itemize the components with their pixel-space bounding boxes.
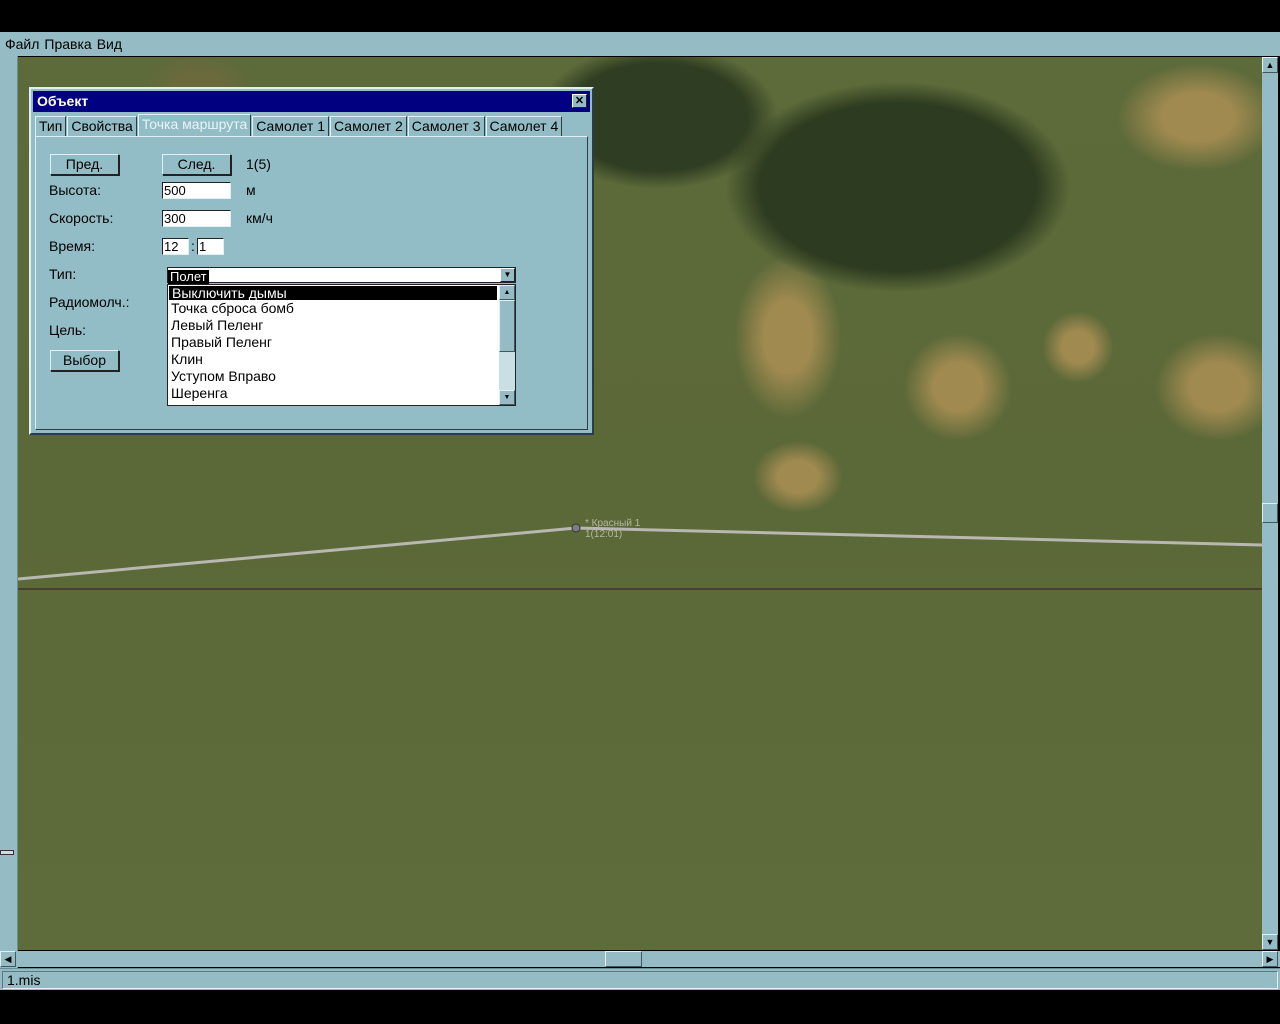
tab-plane-3[interactable]: Самолет 3 <box>407 116 485 137</box>
menu-file[interactable]: Файл <box>5 36 39 52</box>
list-scroll-up-icon[interactable]: ▲ <box>499 285 515 300</box>
tab-properties[interactable]: Свойства <box>67 116 137 137</box>
list-scrollbar[interactable]: ▲ ▼ <box>499 285 515 405</box>
altitude-input[interactable]: 500 <box>162 182 231 199</box>
waypoint-marker <box>571 523 581 533</box>
speed-input[interactable]: 300 <box>162 210 231 227</box>
time-minutes-input[interactable]: 1 <box>197 238 224 255</box>
horizontal-scroll-thumb[interactable] <box>605 951 642 967</box>
waypoint-name: * Красный 1 <box>585 518 641 529</box>
left-splitter[interactable] <box>0 56 18 968</box>
scroll-up-icon[interactable]: ▲ <box>1262 57 1278 73</box>
list-item[interactable]: Точка сброса бомб <box>168 300 496 317</box>
speed-unit: км/ч <box>246 210 273 226</box>
type-label: Тип: <box>49 266 77 282</box>
next-button[interactable]: След. <box>162 154 231 175</box>
vertical-scroll-thumb[interactable] <box>1262 503 1278 523</box>
list-item[interactable]: Шеренга <box>168 385 496 402</box>
tab-plane-2[interactable]: Самолет 2 <box>330 116 407 137</box>
list-scroll-thumb[interactable] <box>499 300 515 352</box>
time-hours-input[interactable]: 12 <box>162 238 189 255</box>
time-label: Время: <box>49 238 96 254</box>
object-dialog: Объект ✕ Тип Свойства Точка маршрута Сам… <box>29 87 594 435</box>
dialog-title-bar[interactable]: Объект ✕ <box>33 91 590 112</box>
type-selected-value: Полет <box>168 269 209 284</box>
list-item[interactable]: Клин <box>168 351 496 368</box>
type-options-list[interactable]: Выключить дымы Точка сброса бомб Левый П… <box>167 284 516 406</box>
select-button[interactable]: Выбор <box>50 350 119 371</box>
tab-type[interactable]: Тип <box>35 116 67 137</box>
waypoint-info: 1(12:01) <box>585 529 623 540</box>
waypoint-label: * Красный 1 1(12:01) <box>585 518 640 540</box>
radio-silence-label: Радиомолч.: <box>49 294 130 310</box>
horizontal-scrollbar[interactable]: ◀ ▶ <box>0 951 1280 967</box>
scroll-right-icon[interactable]: ▶ <box>1262 951 1278 967</box>
list-item[interactable]: Выключить дымы <box>169 286 497 300</box>
type-dropdown[interactable]: Полет ▼ <box>167 267 516 284</box>
tab-waypoint[interactable]: Точка маршрута <box>137 114 252 137</box>
waypoint-panel: Пред. След. 1(5) Высота: 500 м Скорость:… <box>35 136 588 430</box>
list-item[interactable]: Уступом Вправо <box>168 368 496 385</box>
list-item[interactable]: Левый Пеленг <box>168 317 496 334</box>
menu-view[interactable]: Вид <box>97 36 122 52</box>
tab-bar: Тип Свойства Точка маршрута Самолет 1 Са… <box>35 114 563 137</box>
status-bar: 1.mis <box>0 968 1280 990</box>
waypoint-counter: 1(5) <box>246 156 271 172</box>
status-filename: 1.mis <box>2 971 1278 989</box>
tab-plane-1[interactable]: Самолет 1 <box>252 116 330 137</box>
menu-bar: Файл Правка Вид <box>0 32 1280 56</box>
tab-plane-4[interactable]: Самолет 4 <box>485 116 563 137</box>
time-separator: : <box>191 238 195 254</box>
chevron-down-icon[interactable]: ▼ <box>500 268 515 282</box>
altitude-label: Высота: <box>49 182 101 198</box>
target-label: Цель: <box>49 322 87 338</box>
list-scroll-down-icon[interactable]: ▼ <box>499 390 515 405</box>
splitter-handle[interactable] <box>0 850 14 855</box>
dialog-title: Объект <box>37 93 89 109</box>
close-icon[interactable]: ✕ <box>572 94 587 108</box>
speed-label: Скорость: <box>49 210 114 226</box>
menu-edit[interactable]: Правка <box>44 36 91 52</box>
scroll-down-icon[interactable]: ▼ <box>1262 934 1278 950</box>
scroll-left-icon[interactable]: ◀ <box>0 951 16 967</box>
list-item[interactable]: Правый Пеленг <box>168 334 496 351</box>
vertical-scrollbar[interactable]: ▲ ▼ <box>1262 57 1278 950</box>
altitude-unit: м <box>246 182 256 198</box>
prev-button[interactable]: Пред. <box>50 154 119 175</box>
